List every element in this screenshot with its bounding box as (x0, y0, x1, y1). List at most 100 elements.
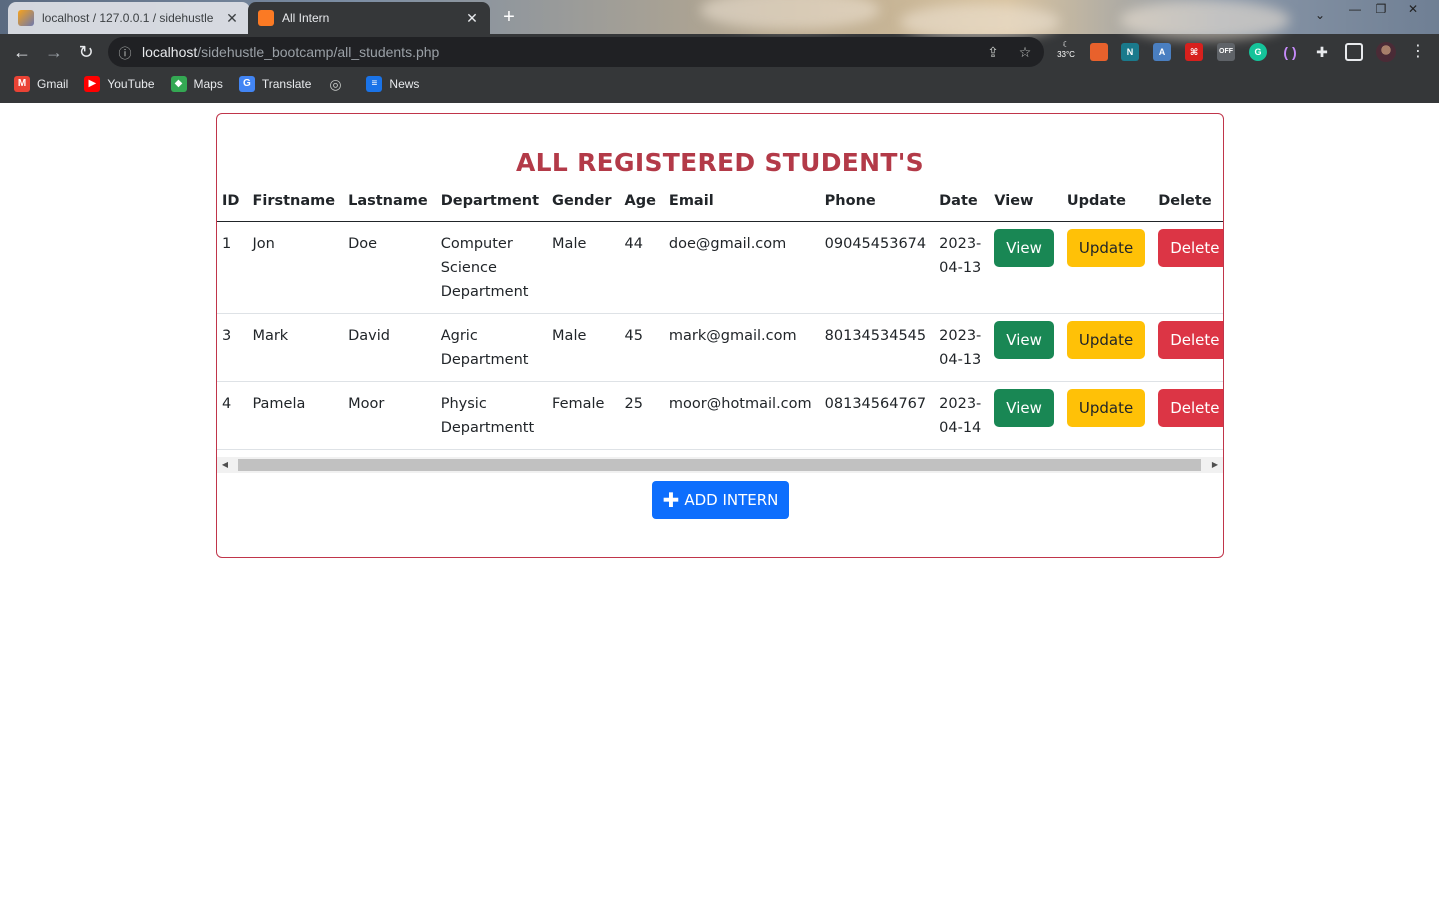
cell-phone: 80134534545 (819, 313, 935, 382)
column-header-delete: Delete (1153, 186, 1223, 222)
cell-date: 2023-04-13 (934, 313, 990, 382)
cell-id: 3 (217, 313, 248, 382)
restore-icon[interactable]: ❐ (1368, 0, 1394, 18)
cell-department: Physic Departmentt (435, 381, 548, 450)
acrobat-icon[interactable]: ⌘ (1185, 43, 1203, 61)
profile-avatar[interactable] (1376, 42, 1396, 62)
gmail-icon: M (14, 76, 30, 92)
extension-off-icon[interactable]: OFF (1217, 43, 1235, 61)
column-header-age: Age (619, 186, 664, 222)
cell-delete: Delete (1153, 381, 1223, 450)
delete-button[interactable]: Delete (1158, 320, 1223, 359)
bookmark-label: Translate (261, 77, 312, 91)
extension-icon[interactable] (1090, 43, 1108, 61)
cell-phone: 08134564767 (819, 381, 935, 450)
bookmark-label: Gmail (37, 77, 69, 91)
share-icon[interactable]: ⇪ (984, 43, 1002, 61)
tab-all-intern[interactable]: All Intern ✕ (248, 2, 490, 34)
bookmark-news[interactable]: ≡ News (366, 76, 419, 92)
new-tab-button[interactable]: + (498, 6, 520, 28)
close-tab-icon[interactable]: ✕ (224, 10, 240, 27)
bookmark-maps[interactable]: ◆ Maps (170, 76, 223, 92)
maps-icon: ◆ (170, 76, 187, 92)
page-title: ALL REGISTERED STUDENT'S (515, 148, 924, 177)
news-icon: ≡ (366, 76, 383, 92)
delete-button[interactable]: Delete (1158, 388, 1223, 427)
cell-update: Update (1061, 221, 1154, 314)
bookmark-globe[interactable]: ◎ (327, 76, 350, 92)
update-button[interactable]: Update (1066, 388, 1146, 427)
table-row: 4 Pamela Moor Physic Departmentt Female … (217, 381, 1223, 450)
scroll-left-icon[interactable]: ◀ (217, 457, 233, 473)
scroll-right-icon[interactable]: ▶ (1207, 457, 1223, 473)
tab-strip: localhost / 127.0.0.1 / sidehustle ✕ All… (0, 0, 1439, 40)
cell-update: Update (1061, 313, 1154, 382)
update-button[interactable]: Update (1066, 320, 1146, 359)
bookmark-star-icon[interactable]: ☆ (1016, 43, 1034, 61)
students-card: ALL REGISTERED STUDENT'S ID Firstname La… (216, 113, 1224, 558)
tab-search-icon[interactable]: ⌄ (1310, 8, 1330, 26)
address-bar[interactable]: ⓘ localhost /sidehustle_bootcamp/all_stu… (108, 37, 1044, 67)
translate-icon: G (238, 76, 255, 92)
table-row: 3 Mark David Agric Department Male 45 ma… (217, 313, 1223, 382)
bookmark-youtube[interactable]: ▶ YouTube (84, 76, 155, 92)
cell-department: Computer Science Department (435, 221, 548, 314)
cell-id: 1 (217, 221, 248, 314)
close-window-icon[interactable]: ✕ (1400, 0, 1426, 18)
cell-date: 2023-04-14 (934, 381, 990, 450)
xampp-icon (258, 10, 274, 26)
column-header-lastname: Lastname (343, 186, 436, 222)
cell-gender: Female (547, 381, 620, 450)
cell-lastname: David (343, 313, 436, 382)
column-header-update: Update (1061, 186, 1154, 222)
extension-a-icon[interactable]: A (1153, 43, 1171, 61)
weather-extension[interactable]: ☾ 33°C (1054, 40, 1078, 60)
reload-icon[interactable]: ↻ (74, 40, 98, 64)
extensions-puzzle-icon[interactable]: ✚ (1313, 43, 1331, 61)
cell-email: mark@gmail.com (663, 313, 820, 382)
extension-brackets-icon[interactable]: ( ) (1281, 43, 1299, 61)
table-header-row: ID Firstname Lastname Department Gender … (217, 186, 1223, 222)
bookmarks-bar: M Gmail ▶ YouTube ◆ Maps G Translate ◎ ≡ News (0, 70, 1439, 98)
side-panel-icon[interactable] (1345, 43, 1363, 61)
cell-age: 45 (619, 313, 664, 382)
view-button[interactable]: View (994, 388, 1054, 427)
delete-button[interactable]: Delete (1158, 228, 1223, 267)
minimize-icon[interactable]: — (1342, 0, 1368, 18)
close-tab-icon[interactable]: ✕ (464, 10, 480, 27)
globe-icon: ◎ (329, 76, 342, 92)
column-header-date: Date (934, 186, 990, 222)
cell-age: 44 (619, 221, 664, 314)
forward-icon[interactable]: → (42, 40, 66, 64)
horizontal-scrollbar[interactable]: ◀ ▶ (217, 457, 1223, 473)
bookmark-gmail[interactable]: M Gmail (14, 76, 68, 92)
cell-lastname: Doe (343, 221, 436, 314)
back-icon[interactable]: ← (10, 40, 34, 64)
tab-title: All Intern (282, 11, 330, 25)
cell-firstname: Jon (247, 221, 344, 314)
bookmark-translate[interactable]: G Translate (238, 76, 312, 92)
phpmyadmin-icon (18, 10, 34, 26)
cell-id: 4 (217, 381, 248, 450)
cell-delete: Delete (1153, 221, 1223, 314)
weather-temp: 33°C (1057, 50, 1075, 59)
update-button[interactable]: Update (1066, 228, 1146, 267)
cell-age: 25 (619, 381, 664, 450)
site-info-icon[interactable]: ⓘ (108, 43, 142, 62)
extension-n-icon[interactable]: N (1121, 43, 1139, 61)
view-button[interactable]: View (994, 228, 1054, 267)
grammarly-icon[interactable]: G (1249, 43, 1267, 61)
cell-update: Update (1061, 381, 1154, 450)
bookmark-label: Maps (193, 77, 223, 91)
tab-phpmyadmin[interactable]: localhost / 127.0.0.1 / sidehustle ✕ (8, 2, 250, 34)
cell-firstname: Mark (247, 313, 344, 382)
cell-department: Agric Department (435, 313, 548, 382)
cell-firstname: Pamela (247, 381, 344, 450)
add-intern-button[interactable]: ✚ ADD INTERN (652, 481, 789, 519)
cell-view: View (989, 221, 1062, 314)
view-button[interactable]: View (994, 320, 1054, 359)
browser-menu-icon[interactable]: ⋮ (1410, 41, 1426, 61)
browser-toolbar: ← → ↻ ⓘ localhost /sidehustle_bootcamp/a… (0, 34, 1439, 70)
scrollbar-thumb[interactable] (238, 459, 1201, 471)
cell-date: 2023-04-13 (934, 221, 990, 314)
